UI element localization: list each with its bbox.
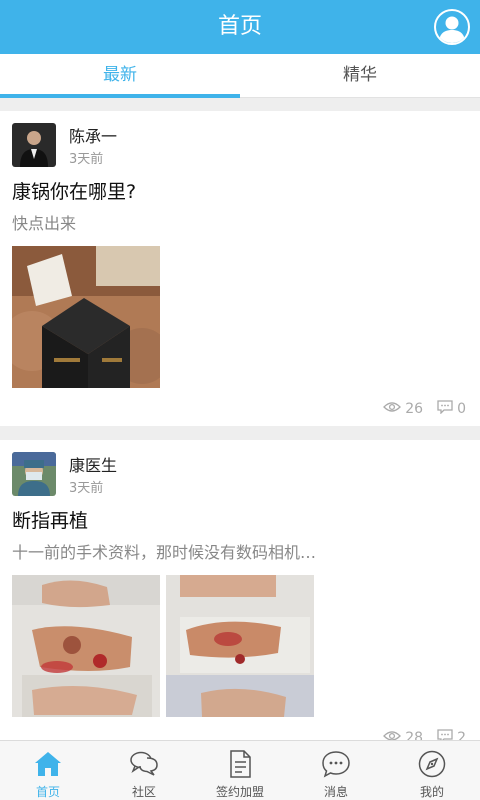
post-image[interactable] (12, 246, 160, 388)
page-title: 首页 (217, 14, 262, 39)
message-icon (322, 751, 350, 778)
post-title[interactable]: 康锅你在哪里? (12, 177, 136, 204)
user-icon (439, 16, 465, 43)
home-icon (35, 752, 61, 776)
post-card[interactable]: 康医生 3天前 断指再植 十一前的手术资料，那时候没有数码相机… 28 2 (0, 440, 480, 750)
nav-label: 消息 (323, 785, 348, 799)
eye-icon (383, 401, 402, 417)
post-stats: 26 0 (383, 400, 466, 418)
nav-messages[interactable]: 消息 (288, 741, 384, 800)
post-image[interactable] (12, 575, 160, 717)
post-title[interactable]: 断指再植 (12, 506, 88, 533)
tab-featured[interactable]: 精华 (240, 54, 480, 98)
author-name[interactable]: 陈承一 (69, 123, 117, 147)
bottom-navigation: 首页 社区 签约加盟 消息 我的 (0, 740, 480, 800)
compass-icon (418, 750, 446, 778)
nav-label: 我的 (419, 785, 444, 799)
comment-count: 0 (457, 401, 466, 417)
nav-join[interactable]: 签约加盟 (192, 741, 288, 800)
view-count: 26 (405, 401, 424, 417)
comment-icon (437, 400, 453, 418)
post-excerpt: 十一前的手术资料，那时候没有数码相机… (12, 543, 317, 562)
user-avatar-button[interactable] (434, 9, 470, 45)
tab-bar: 最新 精华 (0, 54, 480, 98)
tab-indicator (0, 94, 240, 98)
author-avatar[interactable] (12, 452, 56, 496)
post-excerpt: 快点出来 (12, 214, 77, 233)
nav-home[interactable]: 首页 (0, 741, 96, 800)
document-icon (230, 750, 251, 778)
tab-latest[interactable]: 最新 (0, 54, 240, 98)
post-image[interactable] (166, 575, 314, 717)
top-bar: 首页 (0, 0, 480, 54)
nav-label: 首页 (35, 785, 60, 799)
nav-community[interactable]: 社区 (96, 741, 192, 800)
post-time: 3天前 (69, 481, 104, 496)
post-card[interactable]: 陈承一 3天前 康锅你在哪里? 快点出来 26 0 (0, 111, 480, 426)
chat-bubbles-icon (130, 751, 158, 776)
nav-label: 社区 (131, 785, 156, 799)
nav-label: 签约加盟 (215, 785, 264, 799)
author-name[interactable]: 康医生 (69, 452, 117, 476)
nav-profile[interactable]: 我的 (384, 741, 480, 800)
post-time: 3天前 (69, 152, 104, 167)
author-avatar[interactable] (12, 123, 56, 167)
